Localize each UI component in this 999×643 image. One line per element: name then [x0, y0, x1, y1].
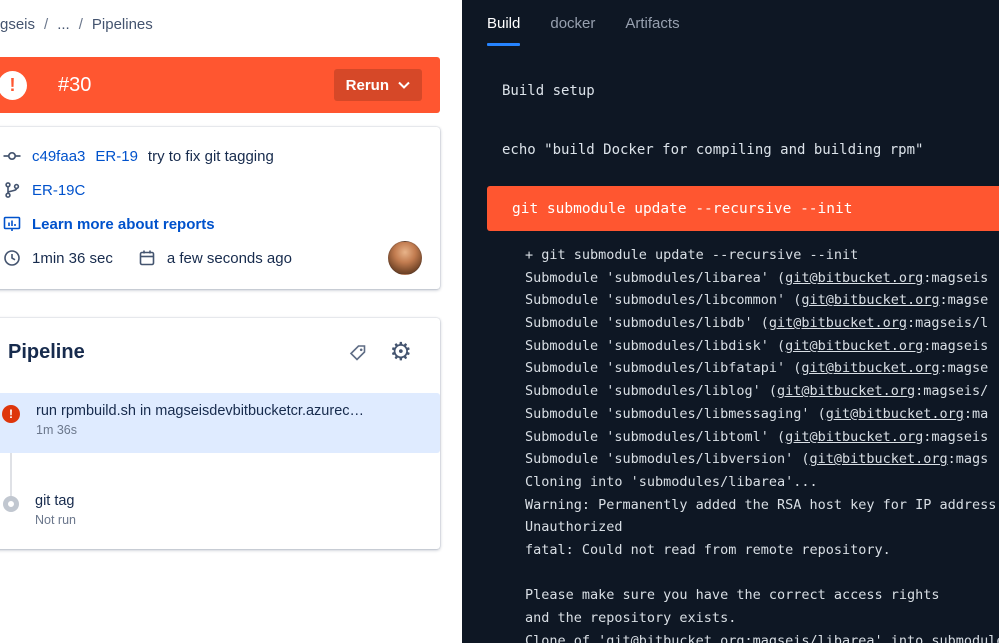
clock-icon: [2, 249, 22, 267]
log-line: Please make sure you have the correct ac…: [525, 584, 999, 607]
rerun-label: Rerun: [346, 77, 389, 94]
failed-command-bar[interactable]: git submodule update --recursive --init: [487, 186, 999, 231]
bitbucket-host-link[interactable]: git@bitbucket.org: [801, 360, 939, 376]
log-line: Submodule 'submodules/liblog' (git@bitbu…: [525, 380, 999, 403]
bitbucket-host-link[interactable]: git@bitbucket.org: [785, 429, 923, 445]
meta-row: 1min 36 sec a few seconds ago: [2, 241, 422, 275]
echo-command-section[interactable]: echo "build Docker for compiling and bui…: [462, 142, 999, 158]
calendar-icon: [137, 249, 157, 267]
step-pending-icon: [3, 496, 19, 512]
step-error-icon: !: [2, 405, 20, 423]
branch-link[interactable]: ER-19C: [32, 182, 85, 199]
tag-icon[interactable]: [348, 343, 368, 363]
gear-icon[interactable]: ⚙: [390, 340, 412, 365]
breadcrumb-separator: /: [79, 16, 83, 33]
time-ago: a few seconds ago: [167, 250, 292, 267]
pipeline-header: Pipeline ⚙: [0, 318, 440, 365]
issue-key-link[interactable]: ER-19: [95, 148, 138, 165]
pipeline-card: Pipeline ⚙ ! run rpmbuild.sh in magseisd…: [0, 318, 440, 549]
step-status-text: Not run: [35, 513, 76, 527]
step-title: git tag: [35, 493, 76, 509]
log-line: Submodule 'submodules/libversion' (git@b…: [525, 448, 999, 471]
log-line: Cloning into 'submodules/libarea'...: [525, 471, 999, 494]
breadcrumb-ellipsis[interactable]: ...: [57, 16, 70, 33]
pipelines-page: gseis / ... / Pipelines ! #30 Rerun: [0, 0, 999, 643]
avatar: [388, 241, 422, 275]
log-tab-bar: Build docker Artifacts: [462, 0, 999, 46]
commit-message: try to fix git tagging: [148, 148, 274, 165]
log-line: Warning: Permanently added the RSA host …: [525, 494, 999, 517]
commit-info-card: c49faa3 ER-19 try to fix git tagging ER-…: [0, 127, 440, 289]
log-line: Submodule 'submodules/libcommon' (git@bi…: [525, 289, 999, 312]
build-log-panel: Build docker Artifacts Build setup echo …: [462, 0, 999, 643]
step-title: run rpmbuild.sh in magseisdevbitbucketcr…: [36, 403, 364, 419]
branch-icon: [2, 181, 22, 199]
bitbucket-host-link[interactable]: git@bitbucket.org: [801, 292, 939, 308]
tab-build[interactable]: Build: [487, 0, 520, 46]
log-line: Submodule 'submodules/libdb' (git@bitbuc…: [525, 312, 999, 335]
bitbucket-host-link[interactable]: git@bitbucket.org: [606, 633, 744, 643]
chevron-down-icon: [398, 81, 410, 89]
bitbucket-host-link[interactable]: git@bitbucket.org: [785, 338, 923, 354]
breadcrumb-pipelines[interactable]: Pipelines: [92, 16, 153, 33]
log-line: Unauthorized: [525, 516, 999, 539]
tab-artifacts[interactable]: Artifacts: [625, 0, 679, 46]
build-setup-section[interactable]: Build setup: [462, 83, 999, 99]
bitbucket-host-link[interactable]: git@bitbucket.org: [826, 406, 964, 422]
breadcrumb: gseis / ... / Pipelines: [0, 16, 153, 33]
log-line: + git submodule update --recursive --ini…: [525, 244, 999, 267]
error-icon: !: [0, 71, 27, 100]
build-number: #30: [58, 74, 91, 97]
tab-docker[interactable]: docker: [550, 0, 595, 46]
bitbucket-host-link[interactable]: git@bitbucket.org: [777, 383, 915, 399]
pipeline-step-failed[interactable]: ! run rpmbuild.sh in magseisdevbitbucket…: [0, 393, 440, 453]
log-line: Submodule 'submodules/libfatapi' (git@bi…: [525, 357, 999, 380]
log-line: Submodule 'submodules/libarea' (git@bitb…: [525, 267, 999, 290]
bitbucket-host-link[interactable]: git@bitbucket.org: [809, 451, 947, 467]
commit-row: c49faa3 ER-19 try to fix git tagging: [2, 139, 422, 173]
log-line: Submodule 'submodules/libmessaging' (git…: [525, 403, 999, 426]
bitbucket-host-link[interactable]: git@bitbucket.org: [769, 315, 907, 331]
log-line: Clone of 'git@bitbucket.org:magseis/liba…: [525, 630, 999, 643]
pipeline-summary-panel: gseis / ... / Pipelines ! #30 Rerun: [0, 0, 462, 643]
build-failed-banner: ! #30 Rerun: [0, 57, 440, 113]
pipeline-step-not-run[interactable]: git tag Not run: [0, 479, 440, 533]
build-duration: 1min 36 sec: [32, 250, 113, 267]
log-line: fatal: Could not read from remote reposi…: [525, 539, 999, 562]
log-output: + git submodule update --recursive --ini…: [462, 244, 999, 643]
commit-hash-link[interactable]: c49faa3: [32, 148, 85, 165]
log-line: and the repository exists.: [525, 607, 999, 630]
report-icon: [2, 215, 22, 233]
learn-more-reports-link[interactable]: Learn more about reports: [32, 216, 215, 233]
branch-row: ER-19C: [2, 173, 422, 207]
log-line: Submodule 'submodules/libdisk' (git@bitb…: [525, 335, 999, 358]
step-duration: 1m 36s: [36, 423, 364, 437]
bitbucket-host-link[interactable]: git@bitbucket.org: [785, 270, 923, 286]
pipeline-title: Pipeline: [8, 341, 85, 364]
rerun-button[interactable]: Rerun: [334, 69, 422, 101]
pipeline-steps: ! run rpmbuild.sh in magseisdevbitbucket…: [0, 393, 440, 533]
log-line: [525, 562, 999, 585]
breadcrumb-separator: /: [44, 16, 48, 33]
breadcrumb-repo[interactable]: gseis: [0, 16, 35, 33]
reports-row: Learn more about reports: [2, 207, 422, 241]
log-line: Submodule 'submodules/libtoml' (git@bitb…: [525, 426, 999, 449]
commit-icon: [2, 147, 22, 165]
